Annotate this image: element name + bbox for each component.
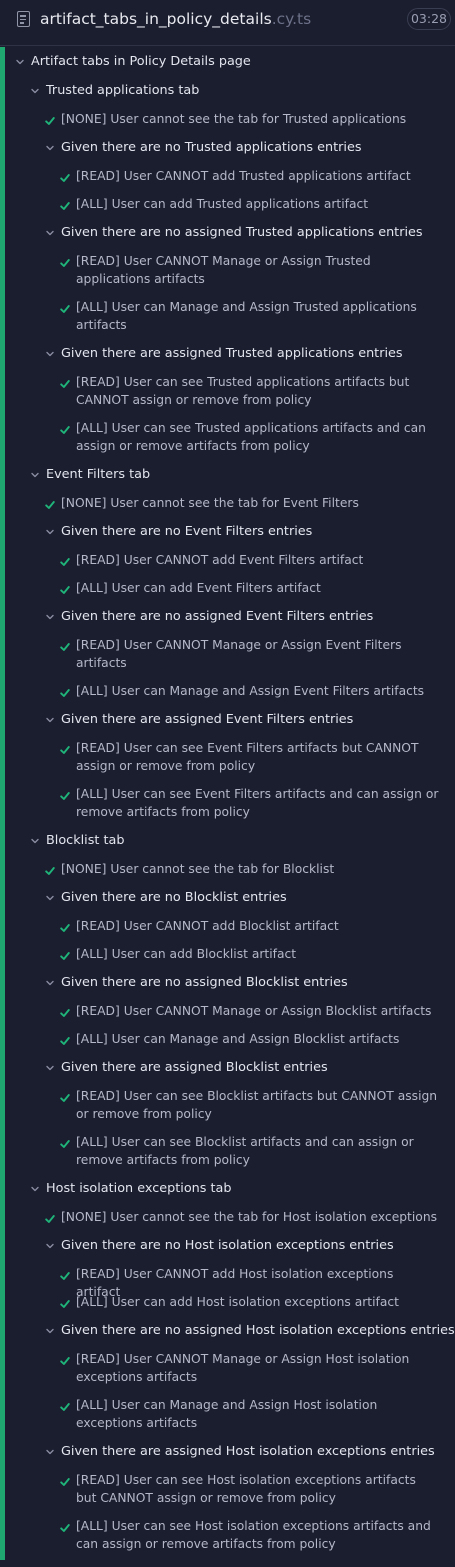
chevron-down-icon[interactable] — [16, 58, 24, 66]
pass-check-icon — [45, 500, 55, 510]
test-title: [ALL] User can add Blocklist artifact — [76, 947, 297, 961]
pass-check-icon — [60, 1477, 70, 1487]
test-title: [READ] User CANNOT Manage or Assign Even… — [76, 638, 402, 670]
chevron-down-icon[interactable] — [31, 1185, 39, 1193]
chevron-down-icon[interactable] — [46, 716, 54, 724]
pass-check-icon — [60, 379, 70, 389]
test-title: [ALL] User can add Event Filters artifac… — [76, 581, 321, 595]
test-title: [READ] User can see Event Filters artifa… — [76, 741, 419, 773]
chevron-down-icon[interactable] — [46, 894, 54, 902]
suite-title: Given there are no assigned Trusted appl… — [61, 225, 423, 240]
test-title: [READ] User can see Blocklist artifacts … — [76, 1089, 438, 1121]
chevron-down-icon[interactable] — [31, 87, 39, 95]
test-title: [ALL] User can see Blocklist artifacts a… — [76, 1135, 414, 1167]
suite-title: Given there are no assigned Host isolati… — [61, 1323, 455, 1338]
chevron-down-icon[interactable] — [31, 837, 39, 845]
pass-check-icon — [45, 866, 55, 876]
pass-check-icon — [60, 745, 70, 755]
chevron-down-icon[interactable] — [46, 1242, 54, 1250]
suite-title: Given there are no assigned Event Filter… — [61, 609, 374, 624]
suite-title: Given there are no Trusted applications … — [61, 140, 362, 155]
suite-title: Given there are no Event Filters entries — [61, 524, 313, 539]
pass-check-icon — [60, 642, 70, 652]
test-title: [READ] User CANNOT Manage or Assign Trus… — [76, 254, 371, 286]
chevron-down-icon[interactable] — [31, 471, 39, 479]
pass-check-icon — [60, 585, 70, 595]
pass-check-icon — [60, 425, 70, 435]
pass-check-icon — [60, 688, 70, 698]
test-title: [READ] User can see Trusted applications… — [76, 375, 410, 407]
chevron-down-icon[interactable] — [46, 1064, 54, 1072]
test-title: [ALL] User can Manage and Assign Event F… — [76, 684, 425, 698]
pass-check-icon — [60, 304, 70, 314]
pass-check-icon — [60, 1523, 70, 1533]
suite-title: Given there are no assigned Blocklist en… — [61, 975, 348, 990]
pass-status-bar — [0, 47, 5, 1560]
pass-check-icon — [60, 1402, 70, 1412]
test-title: [READ] User CANNOT add Blocklist artifac… — [76, 919, 339, 933]
pass-check-icon — [60, 951, 70, 961]
pass-check-icon — [45, 1214, 55, 1224]
chevron-down-icon[interactable] — [46, 144, 54, 152]
pass-check-icon — [60, 201, 70, 211]
chevron-down-icon[interactable] — [46, 613, 54, 621]
suite-title: Given there are no Blocklist entries — [61, 890, 287, 905]
file-extension: .cy.ts — [271, 10, 312, 28]
pass-check-icon — [60, 923, 70, 933]
chevron-down-icon[interactable] — [46, 350, 54, 358]
pass-check-icon — [60, 1008, 70, 1018]
suite-title: Host isolation exceptions tab — [46, 1181, 232, 1196]
spec-file-name[interactable]: artifact_tabs_in_policy_details.cy.ts — [40, 10, 311, 28]
pass-check-icon — [60, 258, 70, 268]
pass-check-icon — [60, 1356, 70, 1366]
pass-check-icon — [60, 791, 70, 801]
suite-title: Given there are no Host isolation except… — [61, 1238, 394, 1253]
pass-check-icon — [60, 1036, 70, 1046]
chevron-down-icon[interactable] — [46, 979, 54, 987]
test-title: [NONE] User cannot see the tab for Trust… — [61, 112, 407, 126]
pass-check-icon — [60, 1271, 70, 1281]
test-title: [READ] User CANNOT Manage or Assign Host… — [76, 1352, 410, 1384]
chevron-down-icon[interactable] — [46, 1448, 54, 1456]
pass-check-icon — [60, 557, 70, 567]
test-title: [ALL] User can Manage and Assign Blockli… — [76, 1032, 400, 1046]
suite-title: Artifact tabs in Policy Details page — [31, 54, 251, 69]
test-title: [ALL] User can see Host isolation except… — [76, 1519, 431, 1551]
test-title: [ALL] User can Manage and Assign Trusted… — [76, 300, 417, 332]
test-title: [ALL] User can add Trusted applications … — [76, 197, 369, 211]
document-icon — [17, 11, 30, 27]
chevron-down-icon[interactable] — [46, 1327, 54, 1335]
test-title: [ALL] User can see Event Filters artifac… — [76, 787, 439, 819]
test-title: [READ] User CANNOT Manage or Assign Bloc… — [76, 1004, 432, 1018]
test-title: [ALL] User can Manage and Assign Host is… — [76, 1398, 378, 1430]
chevron-down-icon[interactable] — [46, 229, 54, 237]
test-title: [ALL] User can add Host isolation except… — [76, 1295, 399, 1309]
spec-header: artifact_tabs_in_policy_details.cy.ts 03… — [0, 0, 455, 46]
test-title: [READ] User can see Host isolation excep… — [76, 1473, 416, 1505]
file-base-name: artifact_tabs_in_policy_details — [40, 10, 272, 28]
pass-check-icon — [60, 173, 70, 183]
duration-badge: 03:28 — [407, 8, 451, 30]
suite-title: Given there are assigned Event Filters e… — [61, 712, 354, 727]
test-title: [NONE] User cannot see the tab for Block… — [61, 862, 335, 876]
test-title: [ALL] User can see Trusted applications … — [76, 421, 426, 453]
pass-check-icon — [45, 116, 55, 126]
test-title: [READ] User CANNOT add Event Filters art… — [76, 553, 364, 567]
suite-title: Blocklist tab — [46, 833, 125, 848]
test-title: [NONE] User cannot see the tab for Host … — [61, 1210, 438, 1224]
pass-check-icon — [60, 1093, 70, 1103]
pass-check-icon — [60, 1139, 70, 1149]
test-title: [READ] User CANNOT add Trusted applicati… — [76, 169, 411, 183]
suite-title: Given there are assigned Host isolation … — [61, 1444, 435, 1459]
chevron-down-icon[interactable] — [46, 528, 54, 536]
pass-check-icon — [60, 1299, 70, 1309]
suite-title: Trusted applications tab — [46, 83, 200, 98]
suite-title: Given there are assigned Trusted applica… — [61, 346, 403, 361]
test-title: [NONE] User cannot see the tab for Event… — [61, 496, 359, 510]
suite-title: Given there are assigned Blocklist entri… — [61, 1060, 328, 1075]
suite-title: Event Filters tab — [46, 467, 151, 482]
